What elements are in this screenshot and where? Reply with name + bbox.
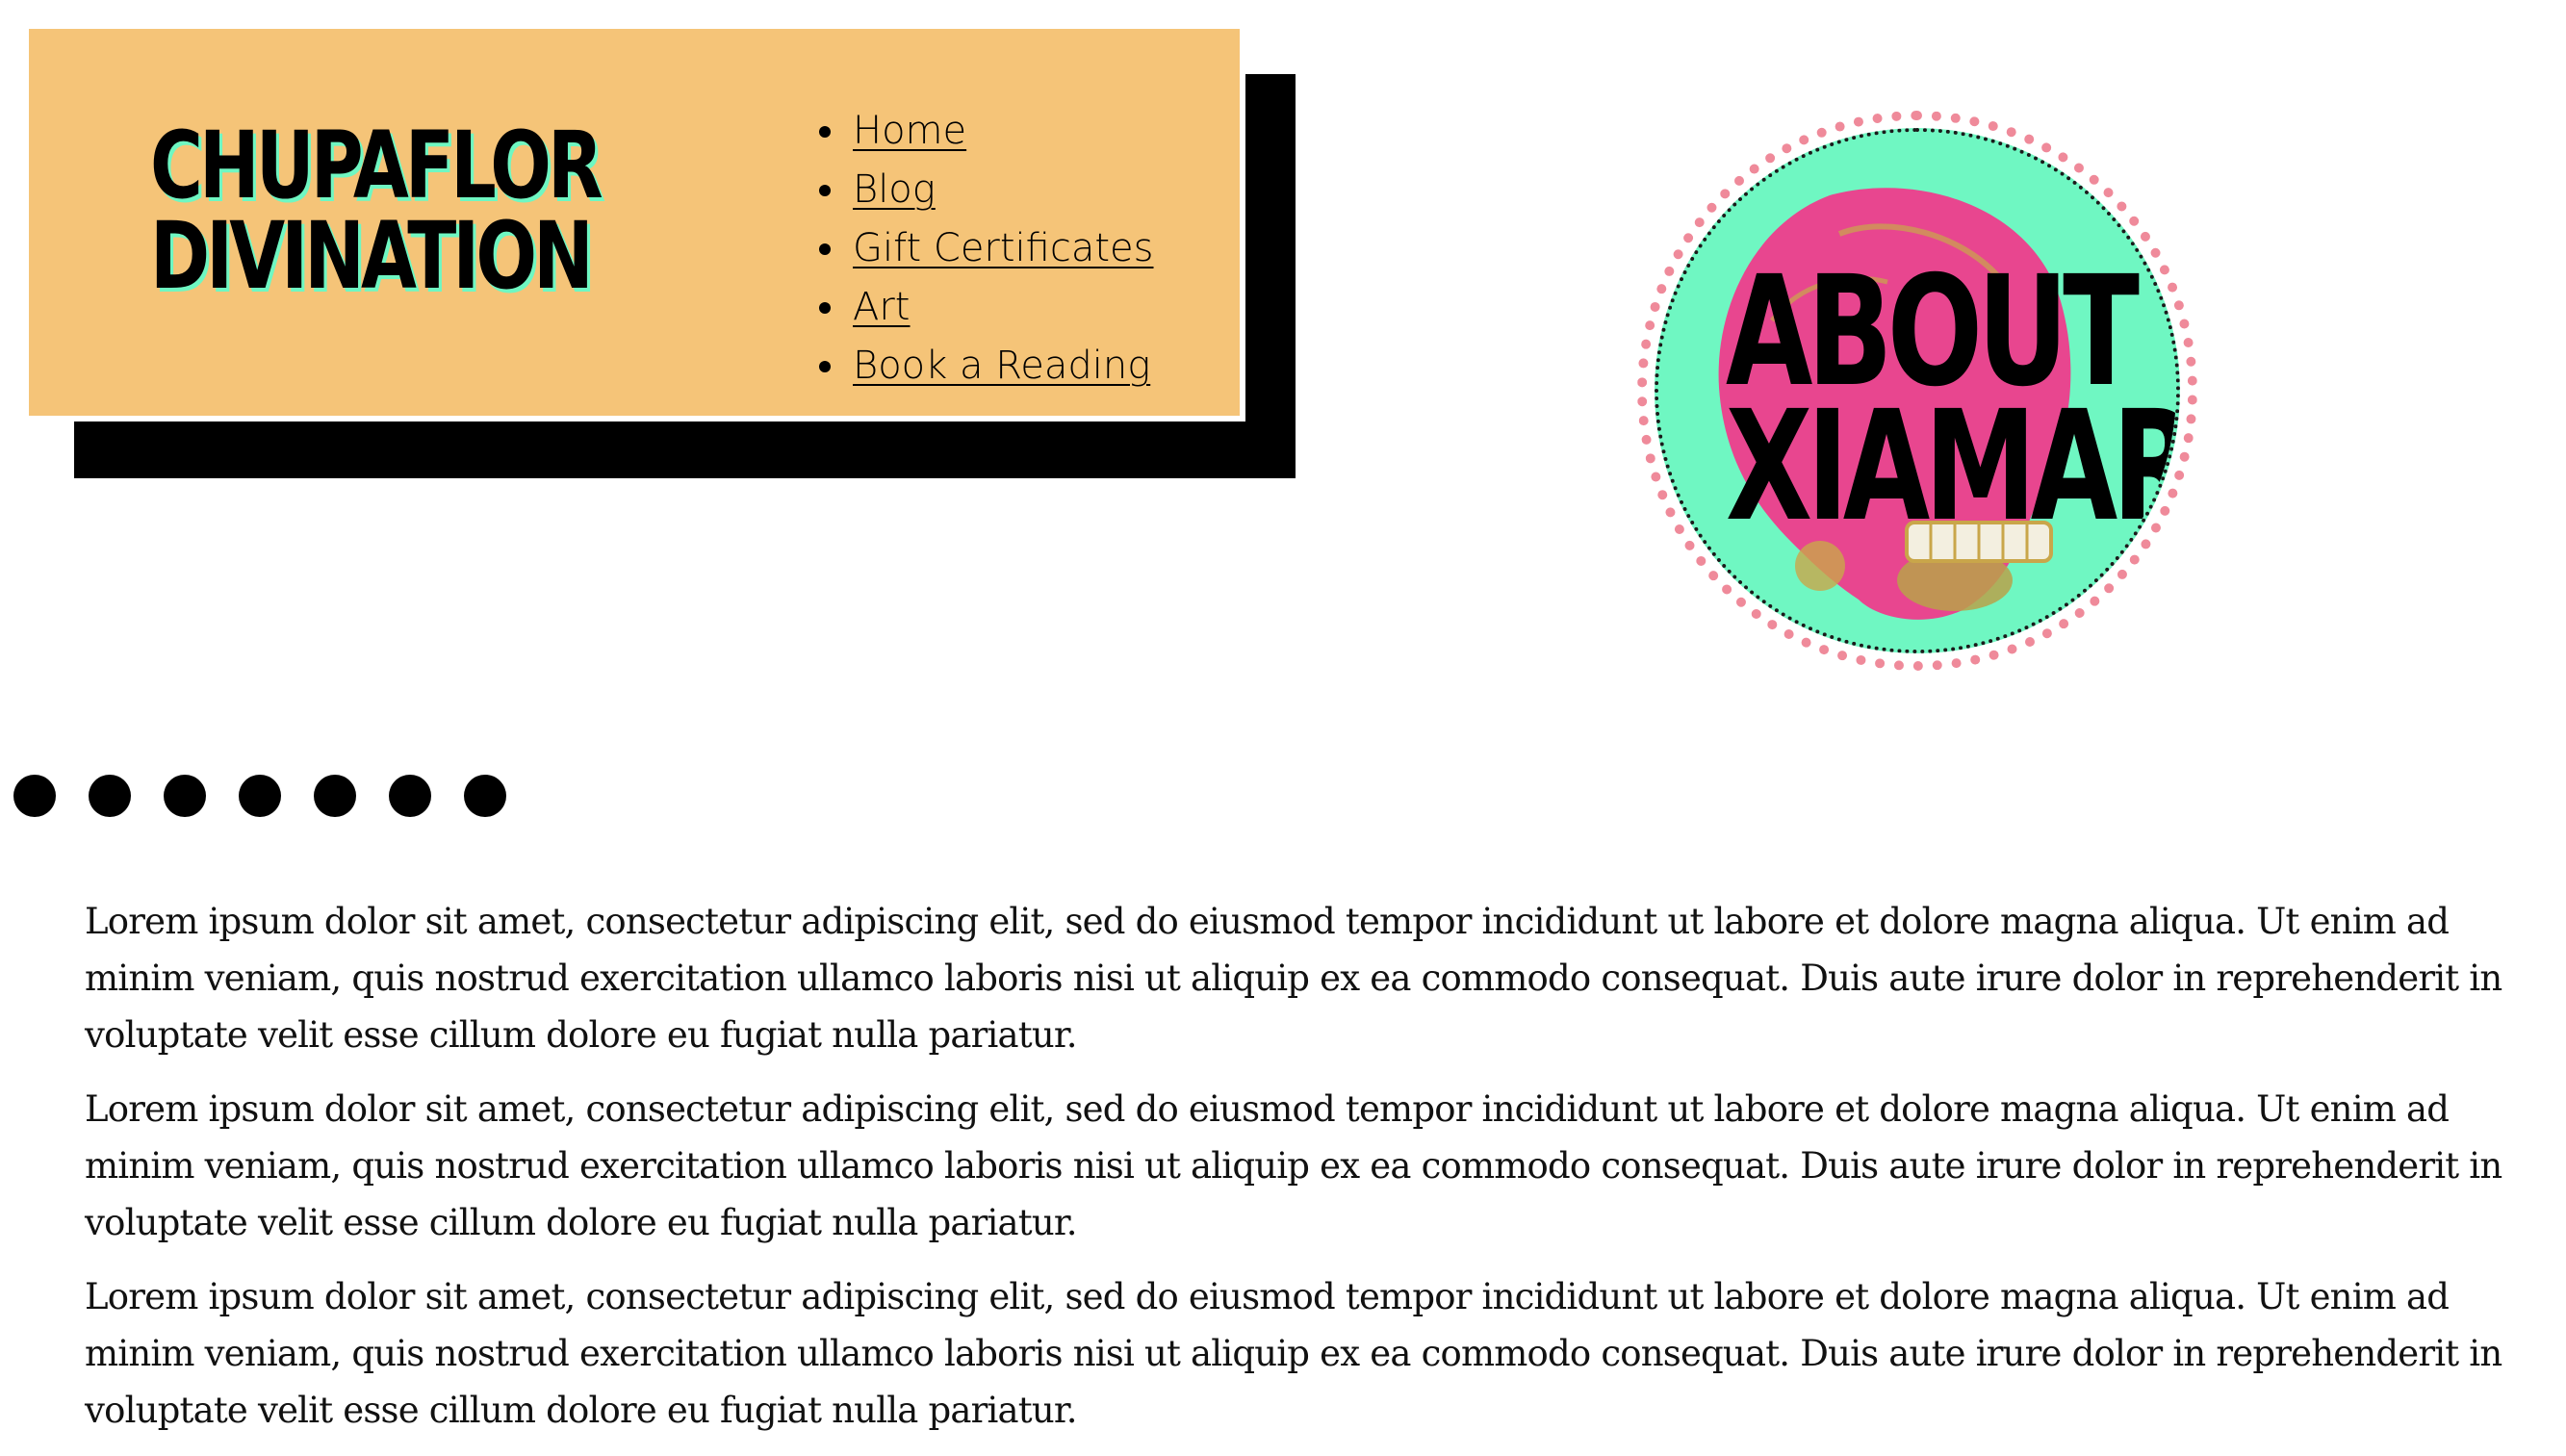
dot [239, 775, 281, 817]
nav-link-home[interactable]: Home [853, 109, 966, 153]
about-badge: ABOUT XIAMARA [1637, 111, 2197, 671]
site-title[interactable]: CHUPAFLOR DIVINATION [150, 112, 751, 310]
dot [13, 775, 56, 817]
paragraph: Lorem ipsum dolor sit amet, consectetur … [85, 1276, 2502, 1431]
dot [314, 775, 356, 817]
nav-link-gift-certificates[interactable]: Gift Certificates [853, 226, 1154, 270]
about-content: Lorem ipsum dolor sit amet, consectetur … [85, 893, 2510, 1456]
nav-link-blog[interactable]: Blog [853, 167, 936, 212]
nav-item-art: Art [849, 278, 1154, 337]
nav-link-book-reading[interactable]: Book a Reading [853, 344, 1150, 388]
about-title-line2: XIAMARA [1725, 378, 2176, 555]
dot [464, 775, 506, 817]
nav-item-blog: Blog [849, 161, 1154, 219]
about-title: ABOUT XIAMARA [1725, 256, 2176, 555]
paragraph: Lorem ipsum dolor sit amet, consectetur … [85, 1088, 2502, 1243]
nav-link-art[interactable]: Art [853, 285, 911, 329]
site-header: CHUPAFLOR DIVINATION Home Blog Gift Cert… [23, 23, 1245, 421]
paragraph: Lorem ipsum dolor sit amet, consectetur … [85, 901, 2502, 1056]
decorative-dots [13, 775, 506, 817]
site-title-line1: CHUPAFLOR [150, 112, 603, 219]
nav-item-book-reading: Book a Reading [849, 337, 1154, 396]
dot [389, 775, 431, 817]
badge-circle: ABOUT XIAMARA [1655, 128, 2180, 653]
site-title-line2: DIVINATION [150, 202, 594, 310]
dot [164, 775, 206, 817]
nav-item-home: Home [849, 102, 1154, 161]
main-nav: Home Blog Gift Certificates Art Book a R… [799, 102, 1154, 396]
nav-item-gift-certificates: Gift Certificates [849, 219, 1154, 278]
dot [89, 775, 131, 817]
